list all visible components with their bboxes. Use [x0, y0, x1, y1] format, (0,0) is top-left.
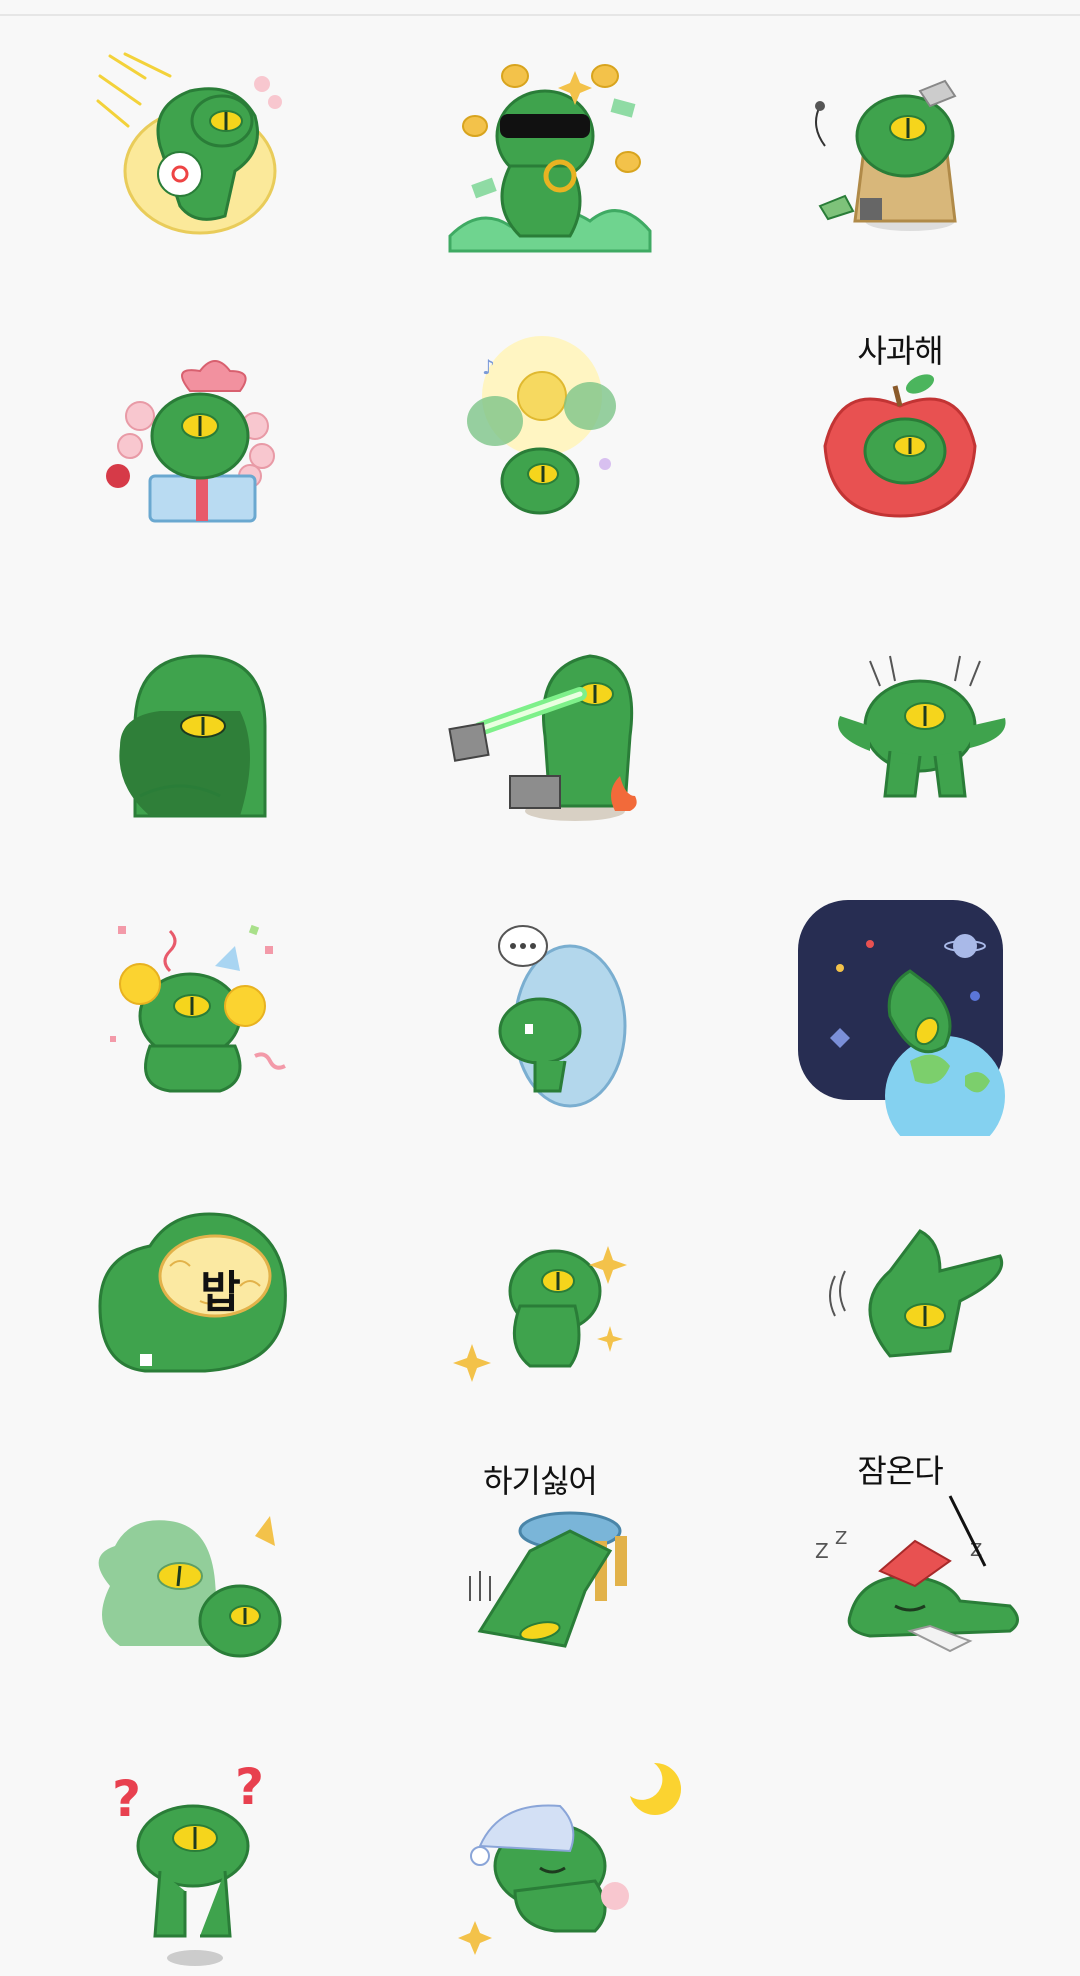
- sticker-party-pompoms[interactable]: [0, 856, 360, 1136]
- sticker-grid: ♪ 사과해 밥 하기싫어 Z Z Z 잠온다 ? ?: [0, 16, 1080, 1976]
- sticker-ghost-shadow[interactable]: [0, 1416, 360, 1696]
- sticker-laser-eyes[interactable]: [360, 576, 720, 856]
- coffee-cup-icon: [96, 52, 282, 235]
- svg-text:Z: Z: [835, 1528, 847, 1549]
- sticker-space-earth[interactable]: [720, 856, 1080, 1136]
- ghost-icon: [98, 1516, 282, 1658]
- surprise-icon: [838, 655, 1006, 798]
- laser-icon: [448, 654, 637, 821]
- sticker-coffee-float[interactable]: [0, 16, 360, 296]
- brain-caption: 밥: [200, 1267, 240, 1318]
- sticker-gift-box[interactable]: [0, 296, 360, 576]
- sticker-surprised[interactable]: [720, 576, 1080, 856]
- sticker-sleepy-book[interactable]: Z Z Z 잠온다: [720, 1416, 1080, 1696]
- question-mark-icon: ? ?: [112, 1758, 264, 1966]
- pompom-icon: [110, 924, 286, 1093]
- sticker-shine-ghosts[interactable]: ♪: [360, 296, 720, 576]
- sticker-waving[interactable]: [720, 1136, 1080, 1416]
- svg-text:?: ?: [112, 1770, 141, 1828]
- sticker-rich-sunglasses[interactable]: [360, 16, 720, 296]
- sunglasses-icon: [448, 64, 652, 253]
- top-divider: [0, 0, 1080, 16]
- wave-icon: [829, 1229, 1003, 1358]
- sticker-speechless-hug[interactable]: [360, 856, 720, 1136]
- sticker-sleeping-nightcap[interactable]: [360, 1696, 720, 1976]
- speech-bubble-icon: [498, 925, 627, 1108]
- sticker-grumpy-hood[interactable]: [0, 576, 360, 856]
- svg-text:Z: Z: [815, 1539, 829, 1563]
- sticker-caption: 사과해: [857, 332, 943, 370]
- moon-icon: [458, 1762, 682, 1955]
- sticker-brain-bap[interactable]: 밥: [0, 1136, 360, 1416]
- sparkle-icon: [453, 1246, 627, 1382]
- sticker-question[interactable]: ? ?: [0, 1696, 360, 1976]
- planet-icon: [798, 900, 1005, 1136]
- sticker-caption: 잠온다: [857, 1452, 943, 1490]
- sticker-sparkle-pose[interactable]: [360, 1136, 720, 1416]
- bindle-icon: [815, 79, 957, 231]
- sticker-dont-want[interactable]: 하기싫어: [360, 1416, 720, 1696]
- sticker-caption: 하기싫어: [483, 1462, 598, 1500]
- sun-icon: ♪: [467, 336, 616, 515]
- sticker-apology-apple[interactable]: 사과해: [720, 296, 1080, 576]
- sticker-hobo-wanderer[interactable]: [720, 16, 1080, 296]
- gift-box-icon: [106, 360, 275, 523]
- svg-text:♪: ♪: [482, 355, 495, 379]
- hood-icon: [119, 654, 267, 818]
- svg-text:?: ?: [235, 1758, 264, 1816]
